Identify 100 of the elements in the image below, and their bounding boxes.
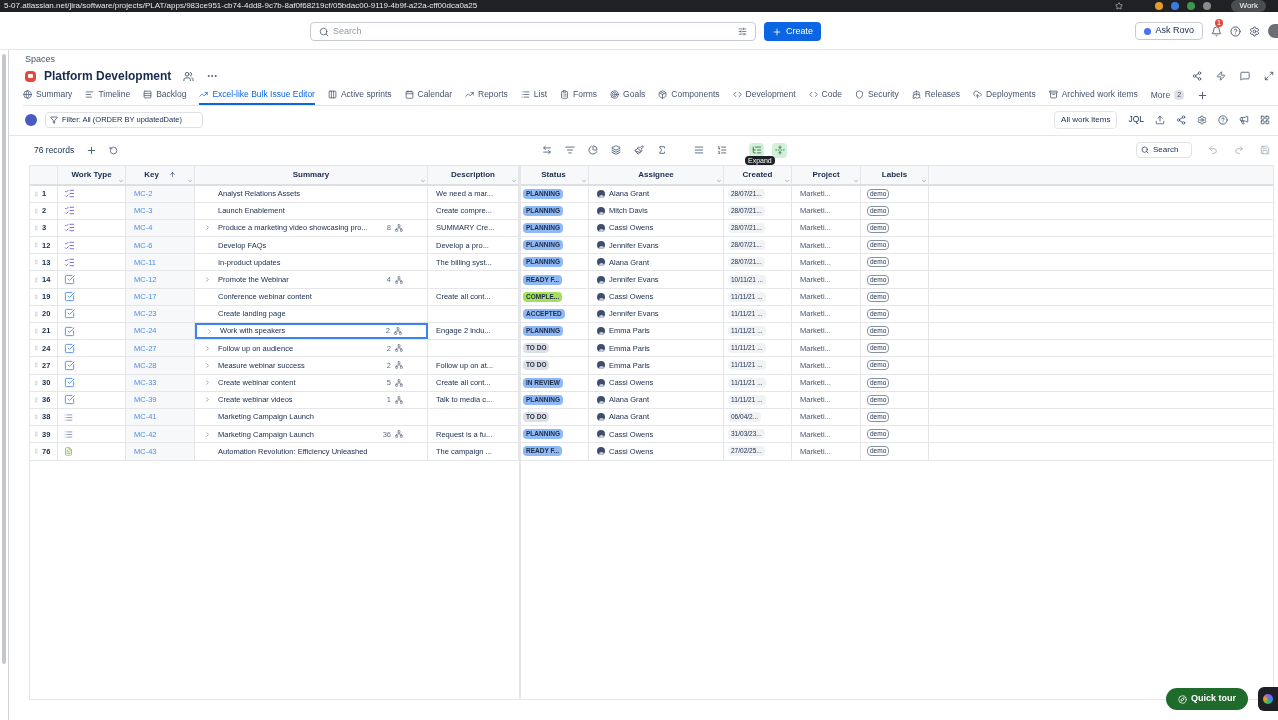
grid-icon[interactable]: [1260, 114, 1270, 125]
save-icon[interactable]: [1260, 145, 1270, 155]
tab[interactable]: Timeline: [85, 85, 131, 105]
drag-handle-icon[interactable]: [33, 190, 39, 197]
expand-chevron-icon[interactable]: [204, 396, 211, 404]
column-header[interactable]: Assignee: [638, 168, 674, 181]
dropdown-icon[interactable]: [784, 177, 790, 184]
search-field[interactable]: Search: [310, 22, 756, 41]
column-header[interactable]: Created: [742, 168, 773, 181]
settings-icon[interactable]: [1197, 114, 1207, 125]
tab[interactable]: Releases: [911, 85, 961, 105]
ask-rovo-button[interactable]: Ask Rovo: [1135, 22, 1203, 40]
notifications-icon[interactable]: [1211, 25, 1222, 37]
drag-handle-icon[interactable]: [33, 362, 39, 369]
people-icon[interactable]: [183, 70, 195, 82]
dropdown-icon[interactable]: [511, 177, 517, 184]
column-header[interactable]: Key: [144, 168, 159, 181]
drag-handle-icon[interactable]: [33, 293, 39, 300]
breadcrumb[interactable]: Spaces: [25, 53, 1278, 67]
dropdown-icon[interactable]: [853, 177, 859, 184]
drag-handle-icon[interactable]: [33, 276, 39, 283]
undo-icon[interactable]: [1208, 145, 1218, 155]
tab[interactable]: Goals: [610, 85, 646, 105]
expand-chevron-icon[interactable]: [204, 276, 211, 284]
brush-icon[interactable]: [631, 142, 647, 158]
expand-chevron-icon[interactable]: [204, 379, 211, 387]
megaphone-icon[interactable]: [1239, 114, 1249, 125]
drag-handle-icon[interactable]: [33, 396, 39, 403]
drag-handle-icon[interactable]: [33, 448, 39, 455]
export-icon[interactable]: [1155, 114, 1165, 125]
rovo-icon[interactable]: [1258, 687, 1278, 711]
tab[interactable]: Backlog: [143, 85, 187, 105]
drag-handle-icon[interactable]: [33, 345, 39, 352]
tab[interactable]: Summary: [23, 85, 73, 105]
tab[interactable]: Security: [854, 85, 899, 105]
layers-icon[interactable]: [608, 142, 624, 158]
drag-handle-icon[interactable]: [33, 224, 39, 231]
help-icon[interactable]: [1218, 114, 1228, 125]
tab[interactable]: Excel-like Bulk Issue Editor: [199, 85, 315, 105]
dropdown-icon[interactable]: [187, 177, 193, 184]
tab[interactable]: Archived work items: [1048, 85, 1138, 105]
search-input[interactable]: Search: [333, 24, 734, 39]
jql-button[interactable]: JQL: [1128, 113, 1144, 126]
add-icon[interactable]: [1197, 89, 1209, 101]
tab[interactable]: Deployments: [973, 85, 1036, 105]
all-work-items-button[interactable]: All work items: [1054, 110, 1118, 129]
column-header[interactable]: Description: [451, 168, 495, 181]
column-header[interactable]: Summary: [292, 168, 330, 181]
sort-icon[interactable]: [168, 171, 176, 178]
fullscreen-icon[interactable]: [1264, 71, 1274, 81]
lightning-icon[interactable]: [1216, 71, 1226, 81]
dropdown-icon[interactable]: [420, 177, 426, 184]
column-header[interactable]: Project: [812, 168, 840, 181]
tab[interactable]: Development: [732, 85, 796, 105]
column-header[interactable]: Labels: [881, 168, 908, 181]
feedback-icon[interactable]: [1240, 71, 1250, 81]
redo-icon[interactable]: [1234, 145, 1244, 155]
avatar[interactable]: [1268, 24, 1278, 38]
column-header[interactable]: Status: [541, 168, 566, 181]
add-icon[interactable]: [86, 144, 98, 156]
tab[interactable]: List: [520, 85, 547, 105]
url-text[interactable]: 5-07.atlassian.net/jira/software/projects/PLAT/apps/983ce951-cb74-4dd8-9c7b-8af0f68219cf/05bdac00-9119-4b9f-a22a-cff00dca0a25: [4, 0, 1108, 12]
tab[interactable]: Code: [808, 85, 842, 105]
create-button[interactable]: Create: [764, 22, 821, 41]
dropdown-icon[interactable]: [716, 177, 722, 184]
settings-icon[interactable]: [1249, 25, 1260, 37]
tab[interactable]: Active sprints: [327, 85, 392, 105]
share-icon[interactable]: [1192, 71, 1202, 81]
drag-handle-icon[interactable]: [33, 328, 39, 335]
expand-chevron-icon[interactable]: [204, 224, 211, 232]
drag-handle-icon[interactable]: [33, 379, 39, 386]
column-header[interactable]: Work Type: [71, 168, 112, 181]
drag-handle-icon[interactable]: [33, 242, 39, 249]
search-button[interactable]: Search: [1136, 142, 1192, 158]
refresh-icon[interactable]: [109, 145, 119, 155]
dropdown-icon[interactable]: [118, 177, 124, 184]
drag-handle-icon[interactable]: [33, 310, 39, 317]
expand-icon[interactable]: [772, 142, 788, 158]
filter-icon[interactable]: [738, 27, 747, 36]
drag-handle-icon[interactable]: [33, 414, 39, 421]
star-icon[interactable]: [1115, 2, 1124, 10]
expand-chevron-icon[interactable]: [206, 327, 213, 335]
share-icon[interactable]: [1176, 114, 1186, 125]
profile-chip[interactable]: Work: [1231, 0, 1266, 12]
help-icon[interactable]: [1230, 25, 1241, 37]
tab[interactable]: Calendar: [404, 85, 452, 105]
drag-handle-icon[interactable]: [33, 207, 39, 214]
dropdown-icon[interactable]: [581, 177, 587, 184]
expand-chevron-icon[interactable]: [204, 344, 211, 352]
drag-handle-icon[interactable]: [33, 259, 39, 266]
drag-handle-icon[interactable]: [33, 431, 39, 438]
pie-chart-icon[interactable]: [585, 142, 601, 158]
scrollbar[interactable]: [2, 54, 6, 664]
tab[interactable]: Forms: [560, 85, 598, 105]
tab[interactable]: Components: [658, 85, 720, 105]
expand-chevron-icon[interactable]: [204, 430, 211, 438]
tab[interactable]: Reports: [465, 85, 508, 105]
quick-tour-button[interactable]: Quick tour: [1166, 688, 1248, 710]
dropdown-icon[interactable]: [921, 177, 927, 184]
expand-chevron-icon[interactable]: [204, 361, 211, 369]
